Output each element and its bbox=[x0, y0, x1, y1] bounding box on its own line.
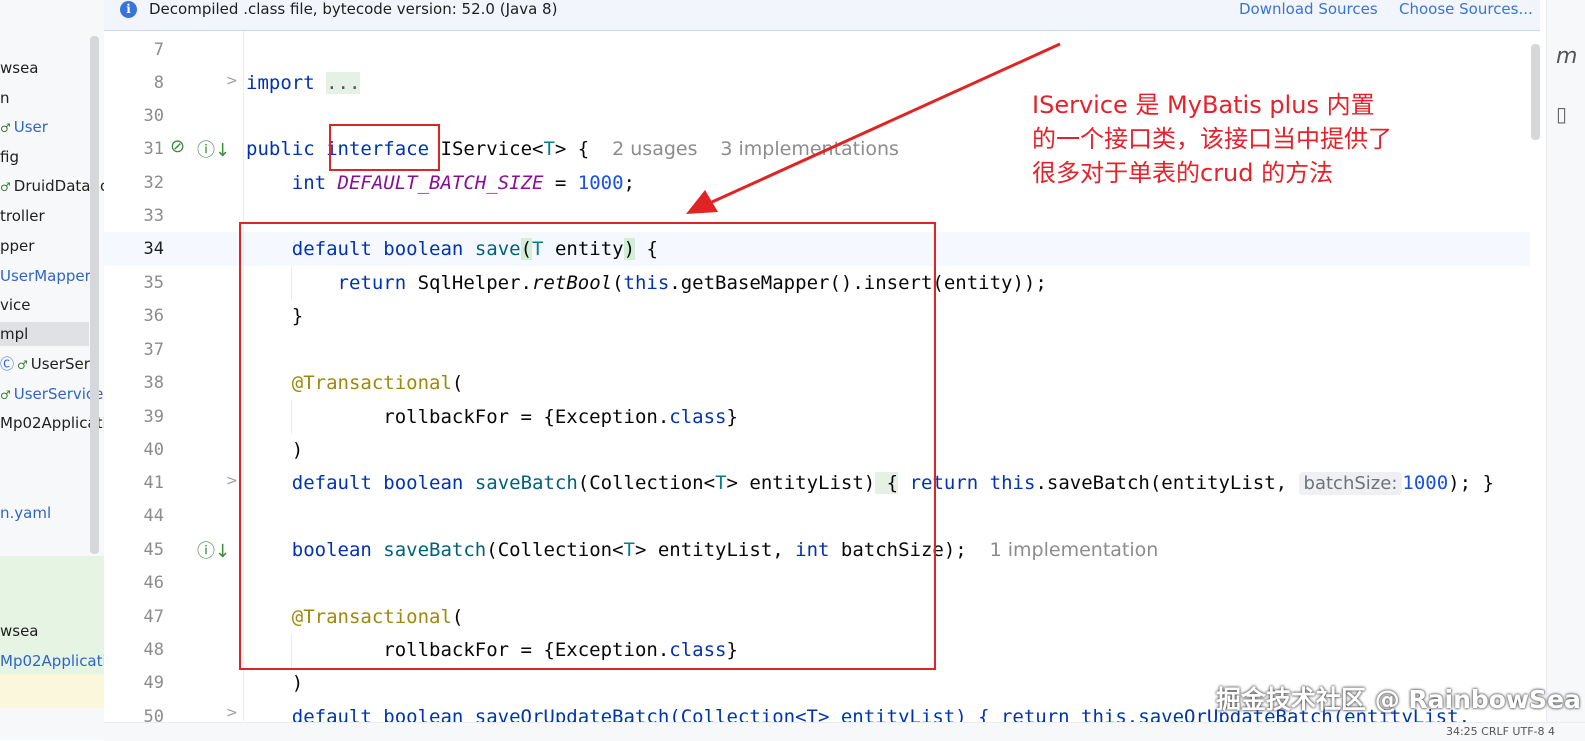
line-number: 36 bbox=[143, 306, 164, 326]
tree-item-druid[interactable]: ♂ DruidDataSo bbox=[0, 174, 104, 198]
tree-item-wsea-2[interactable]: wsea bbox=[0, 619, 39, 643]
fold-arrow-icon[interactable]: > bbox=[226, 705, 238, 721]
class-icon: Ⓒ bbox=[0, 357, 14, 373]
no-implementations-icon[interactable]: ⊘ bbox=[170, 136, 185, 157]
line-number: 49 bbox=[143, 673, 164, 693]
banner-message: Decompiled .class file, bytecode version… bbox=[149, 0, 558, 18]
status-text: 34:25 CRLF UTF-8 4 bbox=[1445, 725, 1555, 738]
line-number: 48 bbox=[143, 640, 164, 660]
tree-scrollbar[interactable] bbox=[90, 36, 99, 554]
line-number: 44 bbox=[143, 506, 164, 526]
tree-item-config[interactable]: fig bbox=[0, 145, 19, 169]
tree-item-wsea[interactable]: wsea bbox=[0, 56, 39, 80]
database-icon[interactable]: ▯ bbox=[1556, 102, 1567, 126]
line-number: 30 bbox=[143, 106, 164, 126]
line-number: 7 bbox=[153, 40, 164, 60]
project-tree-panel: wsea n ♂ User fig ♂ DruidDataSo troller pp… bbox=[0, 0, 104, 740]
choose-sources-link[interactable]: Choose Sources... bbox=[1399, 0, 1533, 18]
fold-arrow-icon[interactable]: > bbox=[226, 473, 238, 489]
maven-icon[interactable]: m bbox=[1556, 44, 1577, 69]
parameter-hint: batchSize: bbox=[1298, 472, 1403, 495]
line-number: 35 bbox=[143, 273, 164, 293]
decompiled-banner: i Decompiled .class file, bytecode versi… bbox=[104, 0, 1540, 31]
tree-item-mp02application[interactable]: Mp02Applicatio bbox=[0, 411, 104, 435]
tree-item-user[interactable]: ♂ User bbox=[0, 115, 48, 139]
implemented-icon[interactable]: ⓘ↓ bbox=[197, 537, 230, 563]
line-number: 32 bbox=[143, 173, 164, 193]
editor-scrollbar-thumb[interactable] bbox=[1531, 44, 1540, 140]
code-line-8[interactable]: import ... bbox=[246, 66, 361, 100]
tree-item-mp02application-2[interactable]: Mp02Applicatio bbox=[0, 649, 104, 673]
line-number: 37 bbox=[143, 340, 164, 360]
line-number: 46 bbox=[143, 573, 164, 593]
line-number: 33 bbox=[143, 206, 164, 226]
usages-hint[interactable]: 2 usages bbox=[612, 138, 697, 160]
line-number: 8 bbox=[153, 73, 164, 93]
tree-item-impl[interactable]: mpl bbox=[0, 322, 89, 346]
line-number: 45 bbox=[143, 540, 164, 560]
line-number: 34 bbox=[143, 239, 164, 259]
info-icon: i bbox=[120, 1, 137, 18]
implementation-hint[interactable]: 1 implementation bbox=[990, 539, 1159, 561]
line-number: 39 bbox=[143, 407, 164, 427]
tree-item-usermapper[interactable]: UserMapper bbox=[0, 264, 91, 288]
interface-highlight-box bbox=[329, 124, 440, 171]
line-number: 40 bbox=[143, 440, 164, 460]
entity-lock-icon: ♂ bbox=[0, 388, 11, 402]
watermark: 掘金技术社区 @ RainbowSea bbox=[1216, 685, 1581, 714]
implementations-hint[interactable]: 3 implementations bbox=[720, 138, 899, 160]
line-number: 41 bbox=[143, 473, 164, 493]
entity-lock-icon: ♂ bbox=[17, 358, 28, 372]
code-line-49[interactable]: ) bbox=[246, 666, 303, 700]
tree-section-highlight-yellow bbox=[0, 674, 104, 708]
tree-item-n[interactable]: n bbox=[0, 86, 10, 110]
line-number: 47 bbox=[143, 607, 164, 627]
fold-arrow-icon[interactable]: > bbox=[226, 73, 238, 89]
tree-item-userservice[interactable]: ♂ UserService bbox=[0, 382, 103, 406]
line-number: 38 bbox=[143, 373, 164, 393]
methods-highlight-box bbox=[239, 222, 936, 670]
tree-item-mapper[interactable]: pper bbox=[0, 234, 34, 258]
code-line-32[interactable]: int DEFAULT_BATCH_SIZE = 1000; bbox=[246, 166, 635, 200]
implemented-icon[interactable]: ⓘ↓ bbox=[197, 136, 230, 162]
tree-item-controller[interactable]: troller bbox=[0, 204, 45, 228]
tree-item-userserv[interactable]: Ⓒ ♂ UserServ bbox=[0, 352, 99, 376]
annotation-note: IService 是 MyBatis plus 内置 的一个接口类，该接口当中提… bbox=[1032, 91, 1392, 187]
tree-item-yaml[interactable]: n.yaml bbox=[0, 501, 51, 525]
download-sources-link[interactable]: Download Sources bbox=[1239, 0, 1378, 18]
tree-item-service[interactable]: vice bbox=[0, 293, 31, 317]
entity-lock-icon: ♂ bbox=[0, 121, 11, 135]
line-number: 31 bbox=[143, 139, 164, 159]
entity-lock-icon: ♂ bbox=[0, 180, 11, 194]
status-bar: 34:25 CRLF UTF-8 4 bbox=[104, 722, 1585, 741]
